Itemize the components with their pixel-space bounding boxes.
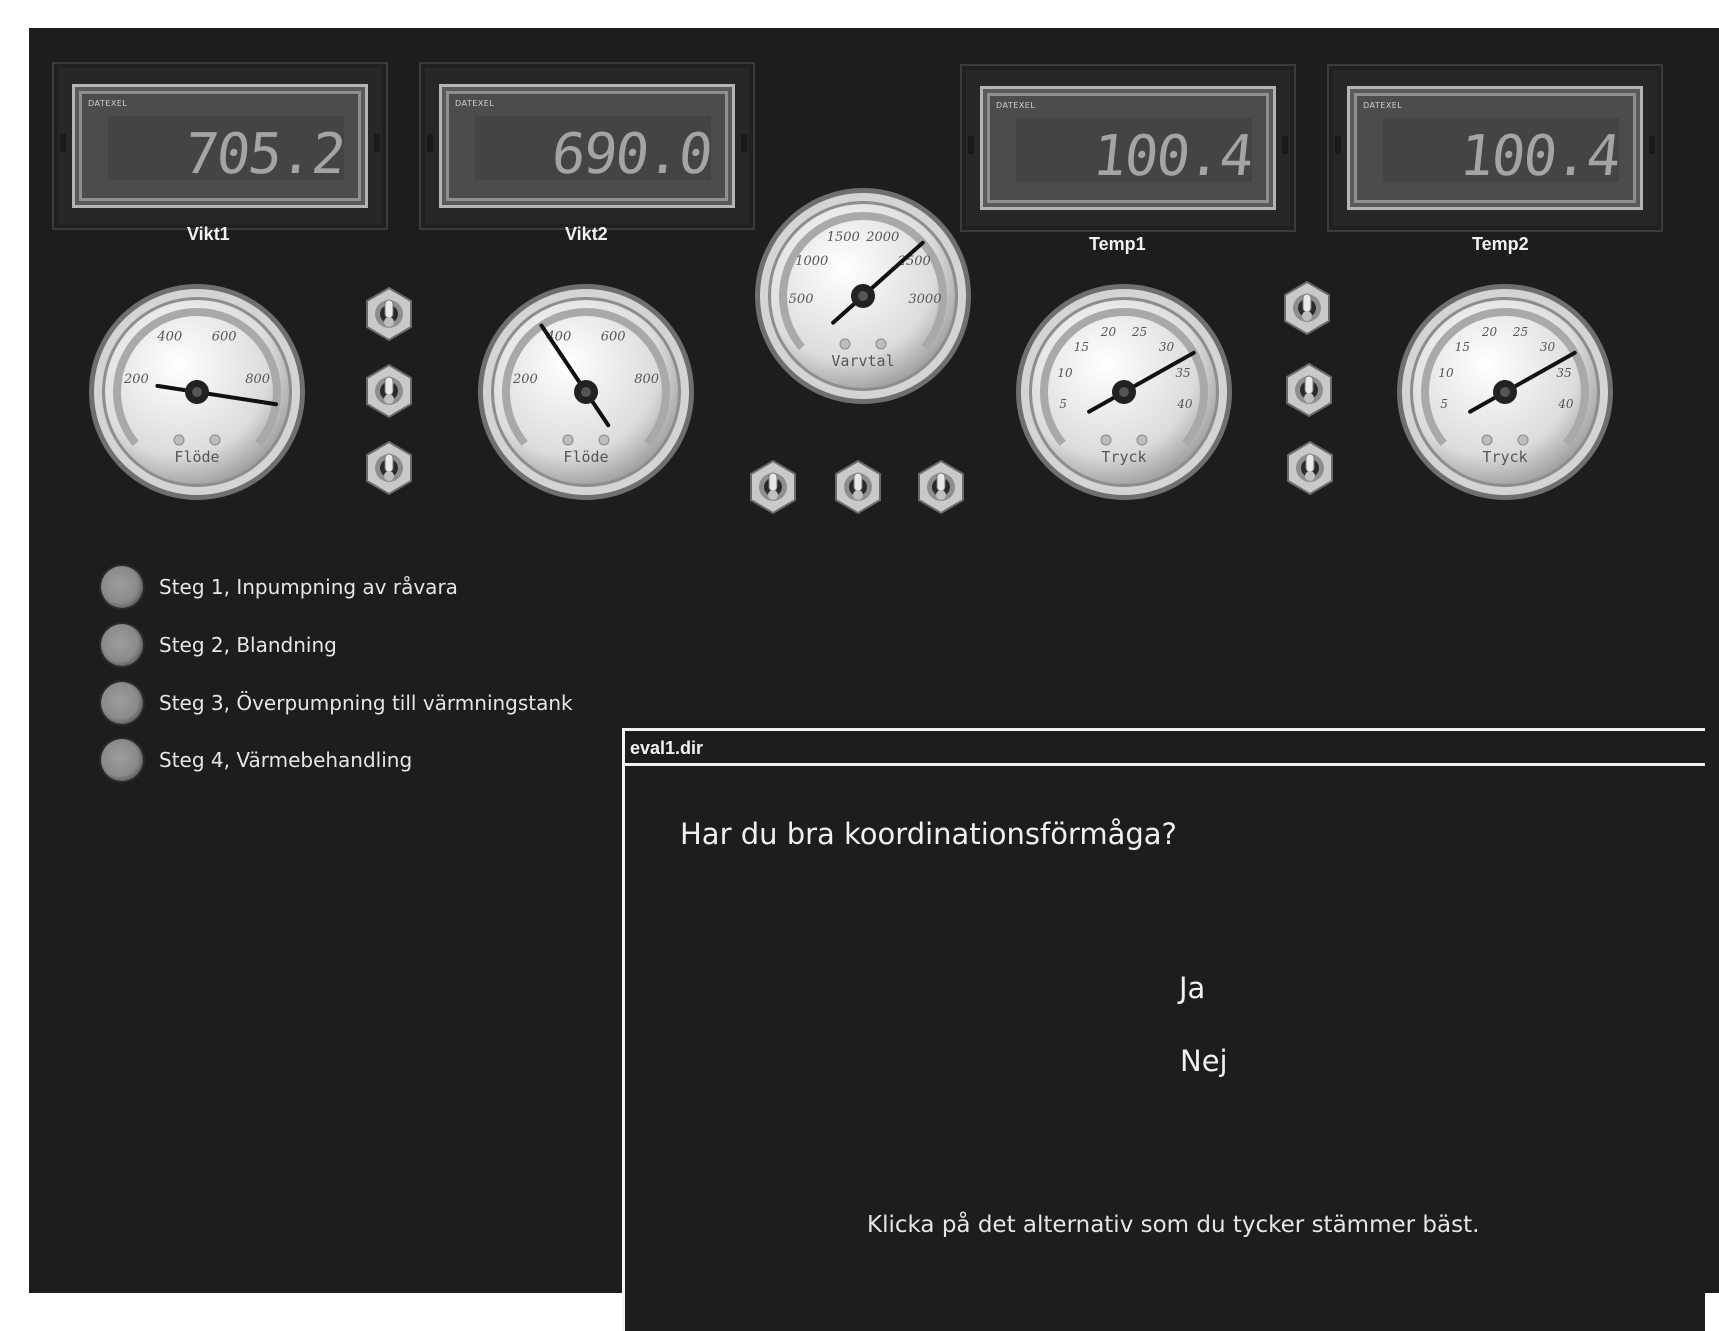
answer-no-option[interactable]: Nej <box>1180 1044 1228 1078</box>
gauge-tick-label: 25 <box>1512 325 1528 339</box>
flode2-gauge: 200400 600800Flöde <box>478 284 694 500</box>
toggle-switch-5[interactable] <box>833 459 883 515</box>
gauge-tick-label: 20 <box>1100 325 1117 339</box>
toggle-switch-6[interactable] <box>916 459 966 515</box>
gauge-tick-label: 600 <box>601 329 626 344</box>
gauge-tick-label: 35 <box>1175 366 1190 380</box>
display-brand: DATEXEL <box>1363 101 1403 110</box>
gauge-tick-label: 20 <box>1481 325 1498 339</box>
vikt2-display: DATEXEL 690.0 <box>419 62 755 230</box>
gauge-name: Varvtal <box>831 352 894 370</box>
vikt1-label: Vikt1 <box>187 224 230 244</box>
gauge-tick-label: 25 <box>1131 325 1147 339</box>
temp2-value: 100.4 <box>1457 124 1623 189</box>
instruction-text: Klicka på det alternativ som du tycker s… <box>867 1212 1480 1238</box>
toggle-switch-7[interactable] <box>1282 280 1332 336</box>
gauge-tick-label: 10 <box>1057 366 1073 380</box>
gauge-tick-label: 400 <box>156 329 182 344</box>
toggle-switch-4[interactable] <box>748 459 798 515</box>
gauge-tick-label: 30 <box>1159 340 1175 354</box>
vikt2-value: 690.0 <box>549 122 715 187</box>
question-text: Har du bra koordinationsförmåga? <box>680 817 1177 851</box>
step-lamp <box>101 739 143 781</box>
display-brand: DATEXEL <box>996 101 1036 110</box>
gauge-tick-label: 200 <box>512 372 538 387</box>
temp1-value: 100.4 <box>1090 124 1256 189</box>
gauge-tick-label: 1500 <box>827 230 860 245</box>
gauge-tick-label: 40 <box>1176 397 1193 411</box>
step-label: Steg 3, Överpumpning till värmningstank <box>159 691 573 715</box>
gauge-tick-label: 800 <box>245 372 270 387</box>
temp1-label: Temp1 <box>1089 234 1146 254</box>
gauge-tick-label: 600 <box>212 329 237 344</box>
toggle-switch-8[interactable] <box>1284 362 1334 418</box>
gauge-tick-label: 5 <box>1440 397 1448 411</box>
vikt2-label: Vikt2 <box>565 224 608 244</box>
dialog-title: eval1.dir <box>625 731 1705 766</box>
gauge-name: Tryck <box>1482 448 1527 466</box>
answer-yes-option[interactable]: Ja <box>1179 971 1205 1005</box>
gauge-tick-label: 200 <box>123 372 149 387</box>
step-lamp <box>101 624 143 666</box>
gauge-tick-label: 3000 <box>908 292 941 307</box>
gauge-tick-label: 2000 <box>865 230 899 245</box>
toggle-switch-9[interactable] <box>1285 440 1335 496</box>
gauge-name: Flöde <box>563 448 608 466</box>
flode1-gauge: 200 400 600 800 Flöde <box>89 284 305 500</box>
gauge-tick-label: 800 <box>634 372 659 387</box>
gauge-tick-label: 15 <box>1074 340 1089 354</box>
step-1: Steg 1, Inpumpning av råvara <box>101 566 458 608</box>
gauge-tick-label: 15 <box>1455 340 1470 354</box>
gauge-tick-label: 40 <box>1557 397 1574 411</box>
question-dialog: eval1.dir Har du bra koordinationsförmåg… <box>622 728 1705 1331</box>
gauge-tick-label: 5 <box>1059 397 1067 411</box>
display-brand: DATEXEL <box>88 99 128 108</box>
step-lamp <box>101 566 143 608</box>
temp1-display: DATEXEL 100.4 <box>960 64 1296 232</box>
temp2-display: DATEXEL 100.4 <box>1327 64 1663 232</box>
gauge-tick-label: 35 <box>1556 366 1571 380</box>
step-2: Steg 2, Blandning <box>101 624 337 666</box>
gauge-tick-label: 10 <box>1438 366 1454 380</box>
toggle-switch-1[interactable] <box>364 286 414 342</box>
step-3: Steg 3, Överpumpning till värmningstank <box>101 682 573 724</box>
tryck2-gauge: 5101520 25303540Tryck <box>1397 284 1613 500</box>
tryck1-gauge: 5101520 25303540Tryck <box>1016 284 1232 500</box>
varvtal-gauge: 50010001500 200025003000Varvtal <box>755 188 971 404</box>
vikt1-display: DATEXEL 705.2 <box>52 62 388 230</box>
step-4: Steg 4, Värmebehandling <box>101 739 412 781</box>
gauge-name: Tryck <box>1101 448 1146 466</box>
step-lamp <box>101 682 143 724</box>
toggle-switch-2[interactable] <box>364 363 414 419</box>
step-label: Steg 2, Blandning <box>159 633 337 657</box>
gauge-tick-label: 1000 <box>795 254 828 269</box>
gauge-name: Flöde <box>174 448 219 466</box>
step-label: Steg 1, Inpumpning av råvara <box>159 575 458 599</box>
gauge-tick-label: 30 <box>1540 340 1556 354</box>
display-brand: DATEXEL <box>455 99 495 108</box>
step-label: Steg 4, Värmebehandling <box>159 748 413 772</box>
temp2-label: Temp2 <box>1472 234 1529 254</box>
gauge-tick-label: 500 <box>789 292 814 307</box>
vikt1-value: 705.2 <box>182 122 348 187</box>
toggle-switch-3[interactable] <box>364 440 414 496</box>
